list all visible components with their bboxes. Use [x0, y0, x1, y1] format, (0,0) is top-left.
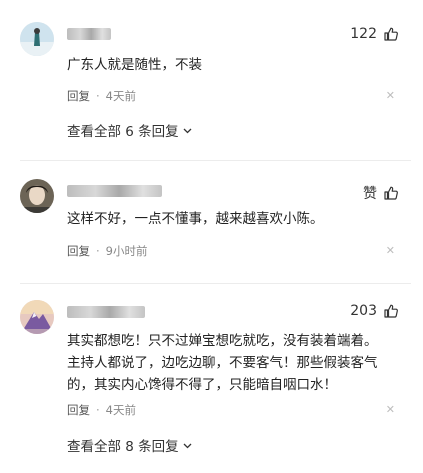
thumbs-up-icon	[384, 27, 398, 41]
timestamp: 4天前	[105, 89, 136, 103]
thumbs-up-icon	[384, 186, 398, 200]
chevron-down-icon	[183, 128, 192, 133]
close-icon[interactable]: ✕	[386, 403, 395, 416]
thumbs-up-icon	[384, 304, 398, 318]
like-button[interactable]: 赞	[363, 183, 399, 203]
username[interactable]	[67, 185, 162, 197]
timestamp: 9小时前	[105, 244, 148, 258]
like-button[interactable]: 122	[350, 26, 399, 42]
divider	[20, 283, 411, 284]
comment-list: 122 广东人就是随性，不装 回复 · 4天前 ✕ 查看全部 6 条回复 赞 这…	[0, 0, 423, 473]
comment-text: 这样不好，一点不懂事，越来越喜欢小陈。	[67, 211, 324, 227]
see-all-replies-button[interactable]: 查看全部 6 条回复	[67, 120, 193, 140]
avatar[interactable]	[20, 22, 54, 56]
reply-button[interactable]: 回复	[67, 88, 90, 104]
username[interactable]	[67, 306, 145, 318]
divider	[20, 160, 411, 161]
comment-meta: 回复 · 9小时前	[67, 243, 147, 259]
close-icon[interactable]: ✕	[386, 244, 395, 257]
like-count: 赞	[363, 186, 377, 202]
meta-separator: ·	[96, 403, 100, 417]
reply-button[interactable]: 回复	[67, 402, 90, 418]
see-all-replies-button[interactable]: 查看全部 8 条回复	[67, 435, 193, 455]
comment-text: 其实都想吃！只不过婵宝想吃就吃，没有装着端着。 主持人都说了，边吃边聊，不要客气…	[67, 333, 378, 393]
like-count: 203	[350, 303, 377, 319]
comment-meta: 回复 · 4天前	[67, 88, 136, 104]
meta-separator: ·	[96, 89, 100, 103]
reply-button[interactable]: 回复	[67, 243, 90, 259]
like-count: 122	[350, 26, 377, 42]
close-icon[interactable]: ✕	[386, 89, 395, 102]
comment-text: 广东人就是随性，不装	[67, 57, 202, 73]
timestamp: 4天前	[105, 403, 136, 417]
like-button[interactable]: 203	[350, 303, 399, 319]
see-all-replies-label: 查看全部 8 条回复	[67, 439, 179, 455]
comment-meta: 回复 · 4天前	[67, 402, 136, 418]
username[interactable]	[67, 28, 111, 40]
see-all-replies-label: 查看全部 6 条回复	[67, 124, 179, 140]
chevron-down-icon	[183, 443, 192, 448]
avatar[interactable]	[20, 179, 54, 213]
avatar[interactable]	[20, 300, 54, 334]
meta-separator: ·	[96, 244, 100, 258]
